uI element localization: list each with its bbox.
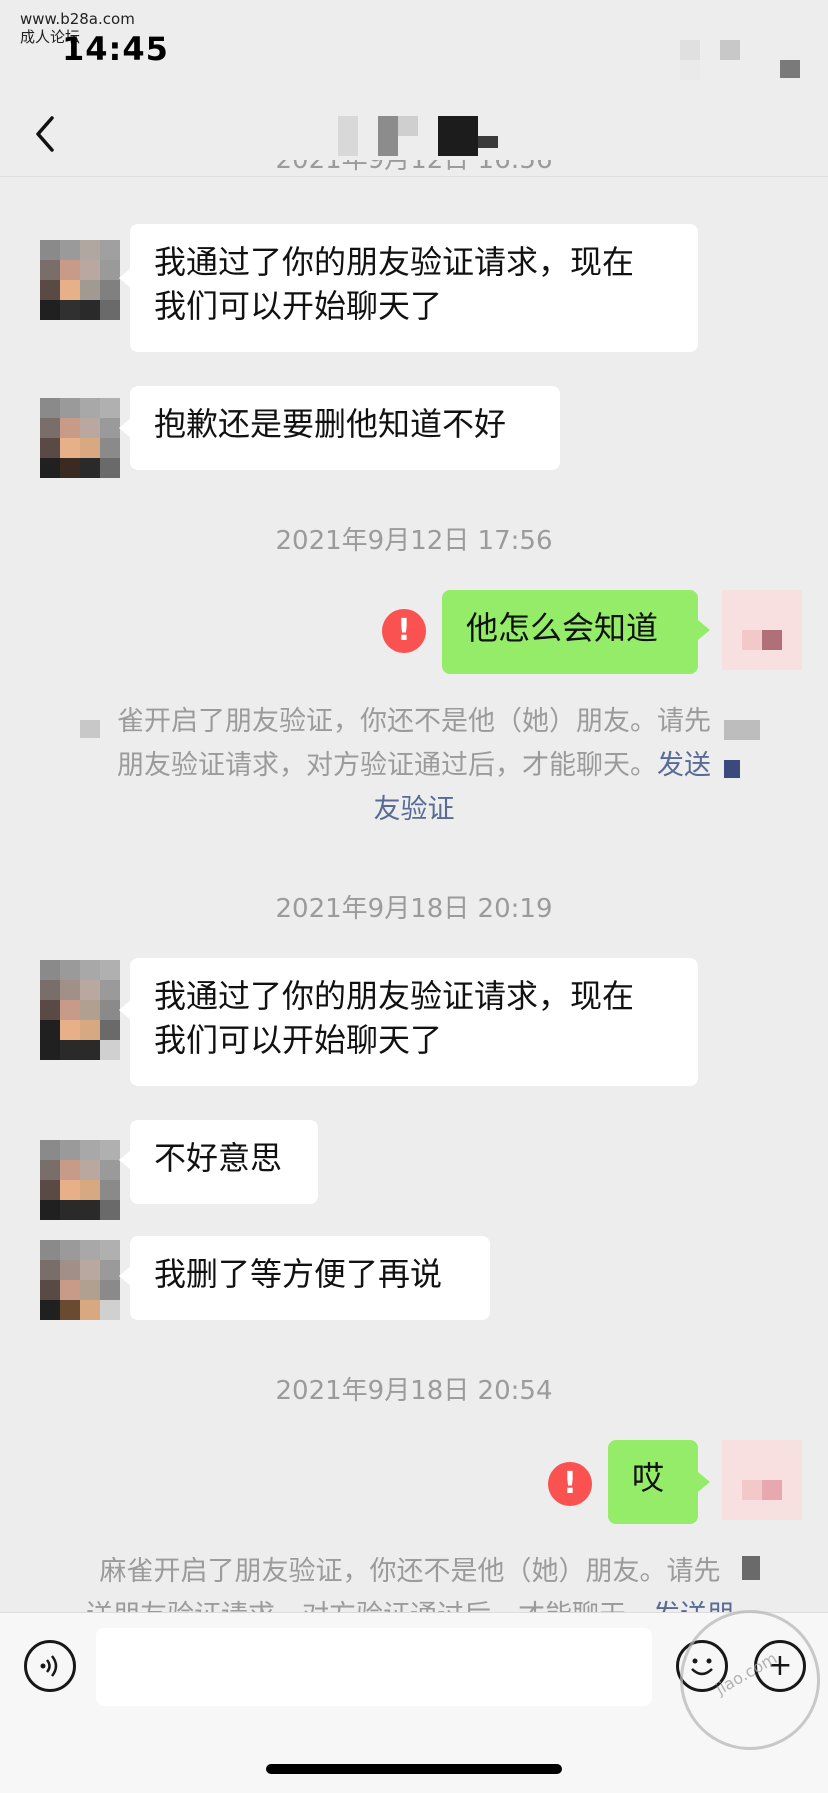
- send-failed-icon[interactable]: !: [548, 1462, 592, 1506]
- pixelated-name: [724, 720, 760, 740]
- message-text: 我通过了你的朋友验证请求，现在: [154, 243, 635, 281]
- avatar[interactable]: [40, 240, 120, 320]
- status-indicators: [680, 40, 800, 80]
- timestamp: 2021年9月12日 17:56: [275, 526, 553, 556]
- watermark-site: www.b28a.com: [20, 10, 135, 28]
- voice-icon[interactable]: [24, 1640, 76, 1692]
- message-text: 哎: [632, 1459, 665, 1497]
- system-message: 雀开启了朋友验证，你还不是他（她）朋友。请先 朋友验证请求，对方验证通过后，才能…: [117, 706, 711, 825]
- message-bubble-incoming[interactable]: 我通过了你的朋友验证请求，现在 我们可以开始聊天了: [130, 224, 698, 352]
- message-text: 抱歉还是要删他知道不好: [154, 405, 507, 443]
- timestamp: 2021年9月18日 20:54: [275, 1376, 553, 1406]
- bubble-tail: [698, 1472, 710, 1492]
- my-avatar[interactable]: [722, 590, 802, 670]
- home-indicator[interactable]: [266, 1764, 562, 1774]
- message-text: 我们可以开始聊天了: [154, 287, 443, 325]
- message-input[interactable]: [96, 1628, 652, 1706]
- send-verification-link[interactable]: 发送: [657, 750, 711, 781]
- send-verification-link[interactable]: 友验证: [374, 794, 455, 825]
- avatar[interactable]: [40, 398, 120, 478]
- message-text: 不好意思: [154, 1139, 283, 1177]
- pixelated-name: [742, 1556, 760, 1580]
- timestamp: 2021年9月18日 20:19: [275, 894, 553, 924]
- bubble-tail: [698, 620, 710, 640]
- message-bubble-incoming[interactable]: 我删了等方便了再说: [130, 1236, 490, 1320]
- message-text: 他怎么会知道: [466, 609, 659, 647]
- status-time: 14:45: [62, 30, 169, 68]
- my-avatar[interactable]: [722, 1440, 802, 1520]
- message-bubble-incoming[interactable]: 我通过了你的朋友验证请求，现在 我们可以开始聊天了: [130, 958, 698, 1086]
- pixelated-name: [80, 720, 100, 738]
- pixelated-name: [724, 760, 740, 778]
- message-bubble-incoming[interactable]: 抱歉还是要删他知道不好: [130, 386, 560, 470]
- avatar[interactable]: [40, 960, 120, 1060]
- avatar[interactable]: [40, 1140, 120, 1220]
- timestamp: 2021年9月12日 16:56: [275, 160, 553, 175]
- message-text: 我删了等方便了再说: [154, 1255, 443, 1293]
- avatar[interactable]: [40, 1240, 120, 1320]
- message-text: 我们可以开始聊天了: [154, 1021, 443, 1059]
- chat-title-pixelated: [338, 116, 498, 162]
- chevron-left-icon[interactable]: [28, 112, 68, 156]
- message-bubble-outgoing[interactable]: 他怎么会知道: [442, 590, 698, 674]
- message-bubble-incoming[interactable]: 不好意思: [130, 1120, 318, 1204]
- send-failed-icon[interactable]: !: [382, 609, 426, 653]
- message-bubble-outgoing[interactable]: 哎: [608, 1440, 698, 1524]
- message-text: 我通过了你的朋友验证请求，现在: [154, 977, 635, 1015]
